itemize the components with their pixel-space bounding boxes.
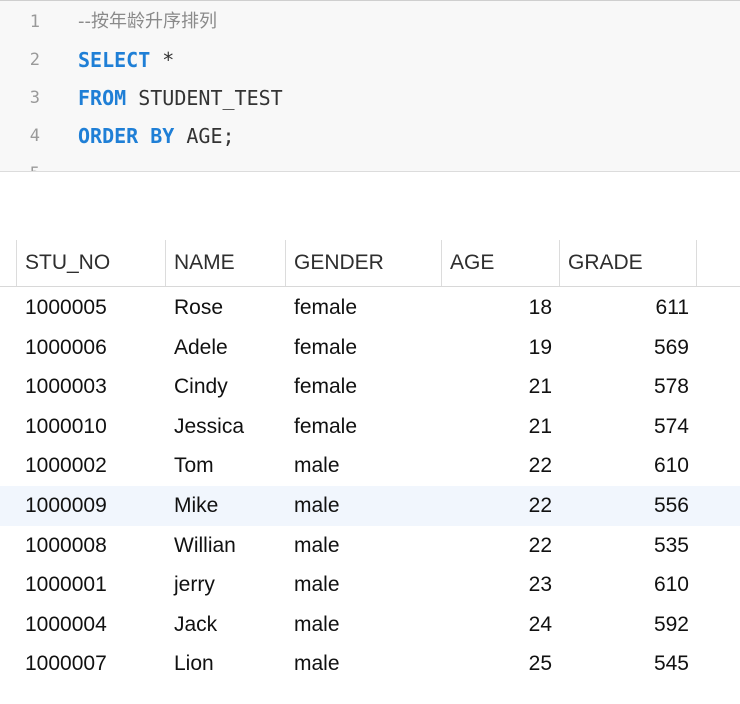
code-line-4[interactable]: 4 ORDER BY AGE;: [0, 117, 740, 155]
cell-name[interactable]: jerry: [174, 565, 284, 605]
line-number: 1: [29, 12, 40, 32]
cell-grade[interactable]: 610: [560, 446, 689, 486]
sql-comment: --按年龄升序排列: [78, 11, 217, 32]
cell-age[interactable]: 22: [442, 526, 552, 566]
cell-gender[interactable]: female: [294, 328, 434, 368]
line-number: 5: [0, 155, 40, 171]
cell-grade[interactable]: 574: [560, 407, 689, 447]
line-number: 4: [29, 126, 40, 146]
cell-stu-no[interactable]: 1000001: [25, 565, 165, 605]
cell-stu-no[interactable]: 1000002: [25, 446, 165, 486]
sql-keyword-order-by: ORDER BY: [78, 124, 175, 148]
cell-gender[interactable]: male: [294, 565, 434, 605]
cell-name[interactable]: Mike: [174, 486, 284, 526]
sql-statement: ORDER BY AGE;: [78, 117, 235, 155]
cell-age[interactable]: 21: [442, 367, 552, 407]
cell-stu-no[interactable]: 1000004: [25, 605, 165, 645]
cell-stu-no[interactable]: 1000009: [25, 486, 165, 526]
cell-name[interactable]: Rose: [174, 288, 284, 328]
cell-name[interactable]: Jack: [174, 605, 284, 645]
cell-gender[interactable]: female: [294, 288, 434, 328]
cell-name[interactable]: Adele: [174, 328, 284, 368]
cell-gender[interactable]: female: [294, 367, 434, 407]
table-row[interactable]: 1000008 Willian male 22 535: [0, 526, 740, 566]
cell-stu-no[interactable]: 1000007: [25, 644, 165, 684]
cell-gender[interactable]: female: [294, 407, 434, 447]
code-line-5[interactable]: 5: [0, 155, 740, 171]
sql-text: STUDENT_TEST: [126, 86, 283, 110]
cell-age[interactable]: 19: [442, 328, 552, 368]
cell-name[interactable]: Lion: [174, 644, 284, 684]
table-row[interactable]: 1000007 Lion male 25 545: [0, 644, 740, 684]
table-row[interactable]: 1000004 Jack male 24 592: [0, 605, 740, 645]
column-header-gender[interactable]: GENDER: [286, 240, 442, 286]
cell-grade[interactable]: 592: [560, 605, 689, 645]
cell-grade[interactable]: 545: [560, 644, 689, 684]
cell-age[interactable]: 22: [442, 486, 552, 526]
sql-text: AGE;: [174, 124, 235, 148]
sql-editor[interactable]: 1 --按年龄升序排列 2 SELECT * 3 FROM STUDENT_TE…: [0, 0, 740, 172]
sql-text: *: [150, 48, 175, 72]
cell-age[interactable]: 18: [442, 288, 552, 328]
cell-grade[interactable]: 611: [560, 288, 689, 328]
table-row[interactable]: 1000001 jerry male 23 610: [0, 565, 740, 605]
table-row[interactable]: 1000010 Jessica female 21 574: [0, 407, 740, 447]
sql-keyword-from: FROM: [78, 86, 127, 110]
cell-name[interactable]: Tom: [174, 446, 284, 486]
column-header-grade[interactable]: GRADE: [560, 240, 697, 286]
code-line-1[interactable]: 1 --按年龄升序排列: [0, 3, 740, 41]
cell-name[interactable]: Willian: [174, 526, 284, 566]
cell-stu-no[interactable]: 1000010: [25, 407, 165, 447]
cell-gender[interactable]: male: [294, 526, 434, 566]
cell-grade[interactable]: 578: [560, 367, 689, 407]
table-row[interactable]: 1000002 Tom male 22 610: [0, 446, 740, 486]
column-header-stu-no[interactable]: STU_NO: [16, 240, 166, 286]
sql-statement: SELECT *: [78, 41, 174, 79]
table-row[interactable]: 1000005 Rose female 18 611: [0, 288, 740, 328]
cell-gender[interactable]: male: [294, 644, 434, 684]
cell-age[interactable]: 23: [442, 565, 552, 605]
cell-grade[interactable]: 610: [560, 565, 689, 605]
code-line-3[interactable]: 3 FROM STUDENT_TEST: [0, 79, 740, 117]
cell-gender[interactable]: male: [294, 605, 434, 645]
cell-gender[interactable]: male: [294, 486, 434, 526]
cell-stu-no[interactable]: 1000008: [25, 526, 165, 566]
table-row[interactable]: 1000006 Adele female 19 569: [0, 328, 740, 368]
column-header-age[interactable]: AGE: [442, 240, 560, 286]
sql-keyword-select: SELECT: [78, 48, 151, 72]
result-grid-header: STU_NO NAME GENDER AGE GRADE: [0, 240, 740, 287]
cell-age[interactable]: 22: [442, 446, 552, 486]
cell-name[interactable]: Cindy: [174, 367, 284, 407]
cell-stu-no[interactable]: 1000006: [25, 328, 165, 368]
cell-grade[interactable]: 556: [560, 486, 689, 526]
code-line-2[interactable]: 2 SELECT *: [0, 41, 740, 79]
column-header-name[interactable]: NAME: [166, 240, 286, 286]
line-number: 2: [29, 50, 40, 70]
cell-age[interactable]: 21: [442, 407, 552, 447]
cell-stu-no[interactable]: 1000005: [25, 288, 165, 328]
line-number: 3: [29, 88, 40, 108]
cell-grade[interactable]: 569: [560, 328, 689, 368]
cell-gender[interactable]: male: [294, 446, 434, 486]
cell-grade[interactable]: 535: [560, 526, 689, 566]
sql-statement: FROM STUDENT_TEST: [78, 79, 283, 117]
cell-stu-no[interactable]: 1000003: [25, 367, 165, 407]
cell-name[interactable]: Jessica: [174, 407, 284, 447]
cell-age[interactable]: 25: [442, 644, 552, 684]
table-row[interactable]: 1000009 Mike male 22 556: [0, 486, 740, 526]
cell-age[interactable]: 24: [442, 605, 552, 645]
table-row[interactable]: 1000003 Cindy female 21 578: [0, 367, 740, 407]
